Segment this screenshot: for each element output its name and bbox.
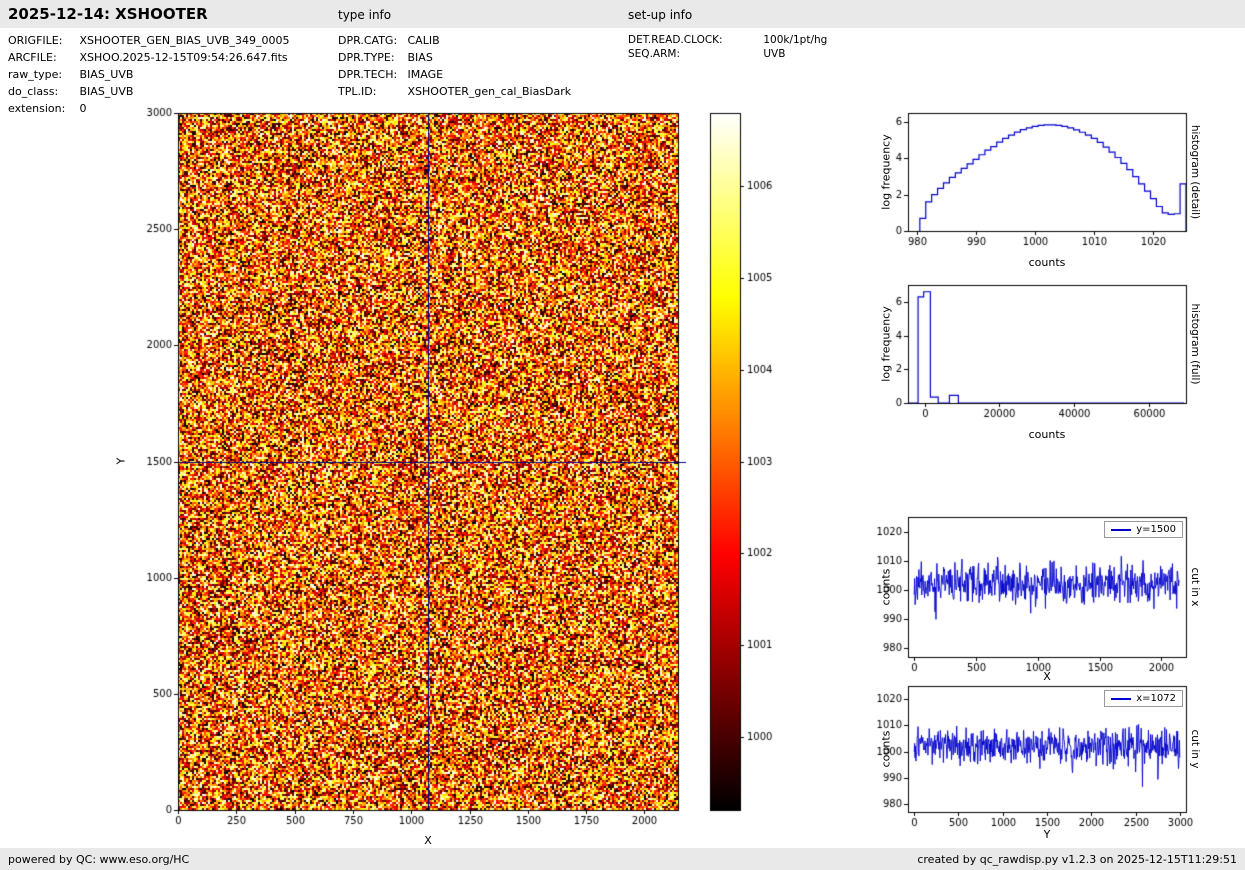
bias-xlabel: X [424,834,432,847]
meta-label: ARCFILE: [8,51,76,64]
cut-x-right-label: cut in x [1189,567,1201,606]
meta-value: XSHOOTER_GEN_BIAS_UVB_349_0005 [80,34,290,47]
setup-info-heading: set-up info [628,8,692,22]
meta-value: CALIB [408,34,440,47]
meta-label: TPL.ID: [338,85,404,98]
legend-cut-y: x=1072 [1104,690,1183,707]
meta-label: do_class: [8,85,76,98]
meta-label: raw_type: [8,68,76,81]
meta-label: DPR.TYPE: [338,51,404,64]
meta-value: BIAS_UVB [80,68,134,81]
meta-row-extension: extension: 0 [8,102,87,115]
meta-label: ORIGFILE: [8,34,76,47]
cut-x-ylabel: counts [880,569,893,606]
meta-label: DPR.CATG: [338,34,404,47]
cut-y-right-label: cut in y [1189,729,1201,768]
meta-value: XSHOO.2025-12-15T09:54:26.647.fits [80,51,288,64]
hist-full-xlabel: counts [1029,428,1066,441]
hist-full-right-label: histogram (full) [1189,304,1201,385]
footer-left-text: powered by QC: www.eso.org/HC [8,853,189,866]
type-info-heading: type info [338,8,391,22]
meta-row-dpr-tech: DPR.TECH: IMAGE [338,68,443,81]
meta-value: BIAS_UVB [80,85,134,98]
meta-row-tpl-id: TPL.ID: XSHOOTER_gen_cal_BiasDark [338,85,571,98]
hist-full-ylabel: log frequency [880,306,893,381]
meta-row-origfile: ORIGFILE: XSHOOTER_GEN_BIAS_UVB_349_0005 [8,34,290,47]
hist-detail-ylabel: log frequency [880,134,893,209]
meta-row-read-clock: DET.READ.CLOCK: 100k/1pt/hg [628,34,827,46]
meta-row-seq-arm: SEQ.ARM: UVB [628,48,785,60]
footer-right-text: created by qc_rawdisp.py v1.2.3 on 2025-… [917,853,1237,866]
meta-label: SEQ.ARM: [628,48,760,60]
hist-detail-xlabel: counts [1029,256,1066,269]
meta-row-dpr-catg: DPR.CATG: CALIB [338,34,440,47]
meta-label: extension: [8,102,76,115]
meta-row-dpr-type: DPR.TYPE: BIAS [338,51,433,64]
meta-value: 100k/1pt/hg [763,34,827,46]
bias-ylabel: Y [115,458,128,465]
meta-row-arcfile: ARCFILE: XSHOO.2025-12-15T09:54:26.647.f… [8,51,288,64]
meta-value: BIAS [408,51,433,64]
meta-value: 0 [80,102,87,115]
cut-y-xlabel: Y [1044,828,1051,841]
legend-cut-y-label: x=1072 [1136,693,1176,704]
legend-line-icon [1111,698,1131,700]
legend-line-icon [1111,529,1131,531]
meta-value: IMAGE [408,68,444,81]
page-title: 2025-12-14: XSHOOTER [8,5,208,23]
meta-label: DET.READ.CLOCK: [628,34,760,46]
footer-bar: powered by QC: www.eso.org/HC created by… [0,848,1245,870]
cut-x-xlabel: X [1043,670,1051,683]
meta-row-raw-type: raw_type: BIAS_UVB [8,68,133,81]
meta-value: XSHOOTER_gen_cal_BiasDark [408,85,572,98]
meta-label: DPR.TECH: [338,68,404,81]
meta-row-do-class: do_class: BIAS_UVB [8,85,133,98]
header-bar: 2025-12-14: XSHOOTER type info set-up in… [0,0,1245,28]
cut-y-ylabel: counts [880,731,893,768]
meta-value: UVB [763,48,785,60]
hist-detail-right-label: histogram (detail) [1189,125,1201,219]
legend-cut-x-label: y=1500 [1136,524,1176,535]
legend-cut-x: y=1500 [1104,521,1183,538]
